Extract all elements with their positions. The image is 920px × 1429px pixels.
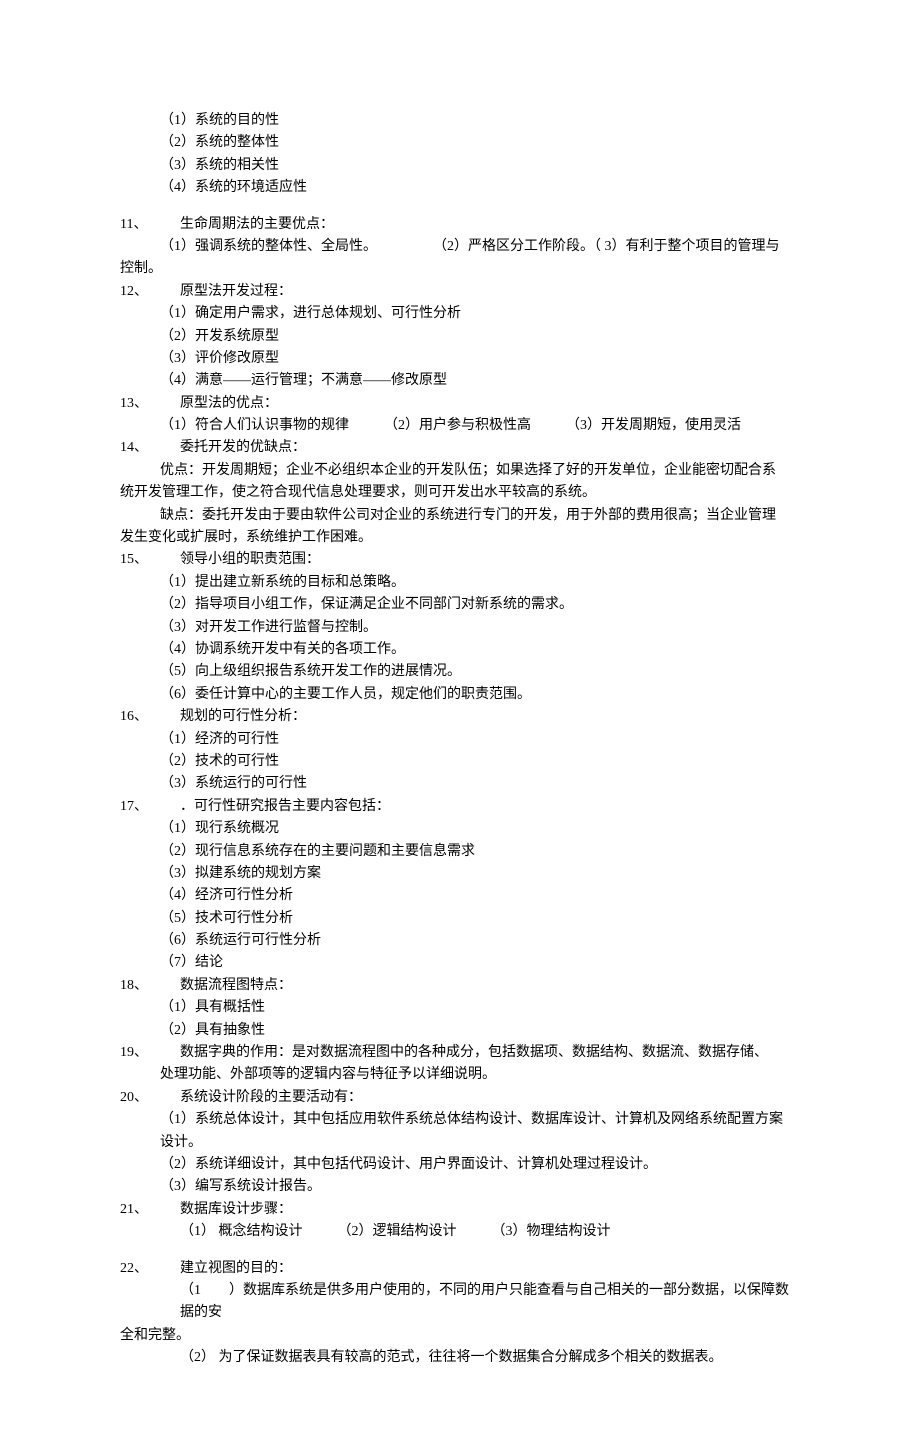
item-20-sub-1: （1）系统总体设计，其中包括应用软件系统总体结构设计、数据库设计、计算机及网络系… (120, 1109, 800, 1154)
item-12-sub-2: （2）开发系统原型 (120, 326, 800, 348)
item-17: 17、 ．可行性研究报告主要内容包括： （1）现行系统概况 （2）现行信息系统存… (120, 796, 800, 975)
item-17-sub-2: （2）现行信息系统存在的主要问题和主要信息需求 (120, 841, 800, 863)
item-num-15: 15、 (120, 549, 180, 571)
item-14-paracont-2: 发生变化或扩展时，系统维护工作困难。 (120, 527, 800, 549)
item-17-sub-7: （7）结论 (120, 952, 800, 974)
item-title-13: 原型法的优点： (180, 393, 800, 415)
item-title-12: 原型法开发过程： (180, 281, 800, 303)
item-11-sub-1: （1）强调系统的整体性、全局性。 （2）严格区分工作阶段。（ 3）有利于整个项目… (120, 236, 800, 258)
item-15-sub-6: （6）委任计算中心的主要工作人员，规定他们的职责范围。 (120, 684, 800, 706)
item-16-sub-2: （2）技术的可行性 (120, 751, 800, 773)
item-19: 19、 数据字典的作用：是对数据流程图中的各种成分，包括数据项、数据结构、数据流… (120, 1042, 800, 1087)
footer-item-4: （4）系统的环境适应性 (120, 177, 800, 199)
item-14-para-1: 优点：开发周期短；企业不必组织本企业的开发队伍；如果选择了好的开发单位，企业能密… (120, 460, 800, 482)
item-14: 14、 委托开发的优缺点： 优点：开发周期短；企业不必组织本企业的开发队伍；如果… (120, 437, 800, 549)
item-20-sub-2: （2）系统详细设计，其中包括代码设计、用户界面设计、计算机处理过程设计。 (120, 1154, 800, 1176)
item-15-sub-1: （1）提出建立新系统的目标和总策略。 (120, 572, 800, 594)
item-title-17: ．可行性研究报告主要内容包括： (180, 796, 800, 818)
item-title-16: 规划的可行性分析： (180, 706, 800, 728)
item-20: 20、 系统设计阶段的主要活动有： （1）系统总体设计，其中包括应用软件系统总体… (120, 1087, 800, 1199)
item-13-sub-1: （1）符合人们认识事物的规律 （2）用户参与积极性高 （3）开发周期短，使用灵活 (120, 415, 800, 437)
item-11-cont: 控制。 (120, 258, 800, 280)
item-14-para-2: 缺点：委托开发由于要由软件公司对企业的系统进行专门的开发，用于外部的费用很高；当… (120, 505, 800, 527)
item-17-sub-1: （1）现行系统概况 (120, 818, 800, 840)
item-num-14: 14、 (120, 437, 180, 459)
item-21-sub-1: （1） 概念结构设计 （2）逻辑结构设计 （3）物理结构设计 (120, 1221, 800, 1243)
item-20-sub-3: （3）编写系统设计报告。 (120, 1176, 800, 1198)
item-22: 22、 建立视图的目的： （1 ）数据库系统是供多用户使用的，不同的用户只能查看… (120, 1258, 800, 1370)
item-21: 21、 数据库设计步骤： （1） 概念结构设计 （2）逻辑结构设计 （3）物理结… (120, 1199, 800, 1244)
item-title-21: 数据库设计步骤： (180, 1199, 800, 1221)
item-15-sub-4: （4）协调系统开发中有关的各项工作。 (120, 639, 800, 661)
item-num-21: 21、 (120, 1199, 180, 1221)
item-19-sub-1: 处理功能、外部项等的逻辑内容与特征予以详细说明。 (120, 1064, 800, 1086)
item-num-11: 11、 (120, 214, 180, 236)
item-num-17: 17、 (120, 796, 180, 818)
item-num-13: 13、 (120, 393, 180, 415)
item-13: 13、 原型法的优点： （1）符合人们认识事物的规律 （2）用户参与积极性高 （… (120, 393, 800, 438)
item-18-sub-2: （2）具有抽象性 (120, 1020, 800, 1042)
item-17-sub-5: （5）技术可行性分析 (120, 908, 800, 930)
item-17-sub-6: （6）系统运行可行性分析 (120, 930, 800, 952)
item-title-20: 系统设计阶段的主要活动有： (180, 1087, 800, 1109)
item-num-18: 18、 (120, 975, 180, 997)
item-title-19: 数据字典的作用：是对数据流程图中的各种成分，包括数据项、数据结构、数据流、数据存… (180, 1042, 800, 1064)
item-15-sub-2: （2）指导项目小组工作，保证满足企业不同部门对新系统的需求。 (120, 594, 800, 616)
item-15-sub-3: （3）对开发工作进行监督与控制。 (120, 617, 800, 639)
item-title-22: 建立视图的目的： (180, 1258, 800, 1280)
item-num-12: 12、 (120, 281, 180, 303)
item-16-sub-3: （3）系统运行的可行性 (120, 773, 800, 795)
footer-item-2: （2）系统的整体性 (120, 132, 800, 154)
item-12-sub-3: （3）评价修改原型 (120, 348, 800, 370)
item-15-sub-5: （5）向上级组织报告系统开发工作的进展情况。 (120, 661, 800, 683)
item-12: 12、 原型法开发过程： （1）确定用户需求，进行总体规划、可行性分析 （2）开… (120, 281, 800, 393)
item-num-20: 20、 (120, 1087, 180, 1109)
item-16-sub-1: （1）经济的可行性 (120, 729, 800, 751)
item-22-sub-2: （2） 为了保证数据表具有较高的范式，往往将一个数据集合分解成多个相关的数据表。 (120, 1347, 800, 1369)
item-15: 15、 领导小组的职责范围： （1）提出建立新系统的目标和总策略。 （2）指导项… (120, 549, 800, 706)
item-title-18: 数据流程图特点： (180, 975, 800, 997)
item-16: 16、 规划的可行性分析： （1）经济的可行性 （2）技术的可行性 （3）系统运… (120, 706, 800, 796)
footer-list: （1）系统的目的性 （2）系统的整体性 （3）系统的相关性 （4）系统的环境适应… (120, 110, 800, 200)
item-num-16: 16、 (120, 706, 180, 728)
footer-item-3: （3）系统的相关性 (120, 155, 800, 177)
item-12-sub-1: （1）确定用户需求，进行总体规划、可行性分析 (120, 303, 800, 325)
item-18: 18、 数据流程图特点： （1）具有概括性 （2）具有抽象性 (120, 975, 800, 1042)
item-18-sub-1: （1）具有概括性 (120, 997, 800, 1019)
item-17-sub-3: （3）拟建系统的规划方案 (120, 863, 800, 885)
item-title-15: 领导小组的职责范围： (180, 549, 800, 571)
item-17-sub-4: （4）经济可行性分析 (120, 885, 800, 907)
item-12-sub-4: （4）满意——运行管理；不满意——修改原型 (120, 370, 800, 392)
item-num-19: 19、 (120, 1042, 180, 1064)
item-num-22: 22、 (120, 1258, 180, 1280)
item-22-sub-1: （1 ）数据库系统是供多用户使用的，不同的用户只能查看与自己相关的一部分数据，以… (120, 1280, 800, 1325)
footer-item-1: （1）系统的目的性 (120, 110, 800, 132)
item-22-cont: 全和完整。 (120, 1325, 800, 1347)
item-14-paracont-1: 统开发管理工作，使之符合现代信息处理要求，则可开发出水平较高的系统。 (120, 482, 800, 504)
item-title-11: 生命周期法的主要优点： (180, 214, 800, 236)
item-11: 11、 生命周期法的主要优点： （1）强调系统的整体性、全局性。 （2）严格区分… (120, 214, 800, 281)
item-title-14: 委托开发的优缺点： (180, 437, 800, 459)
